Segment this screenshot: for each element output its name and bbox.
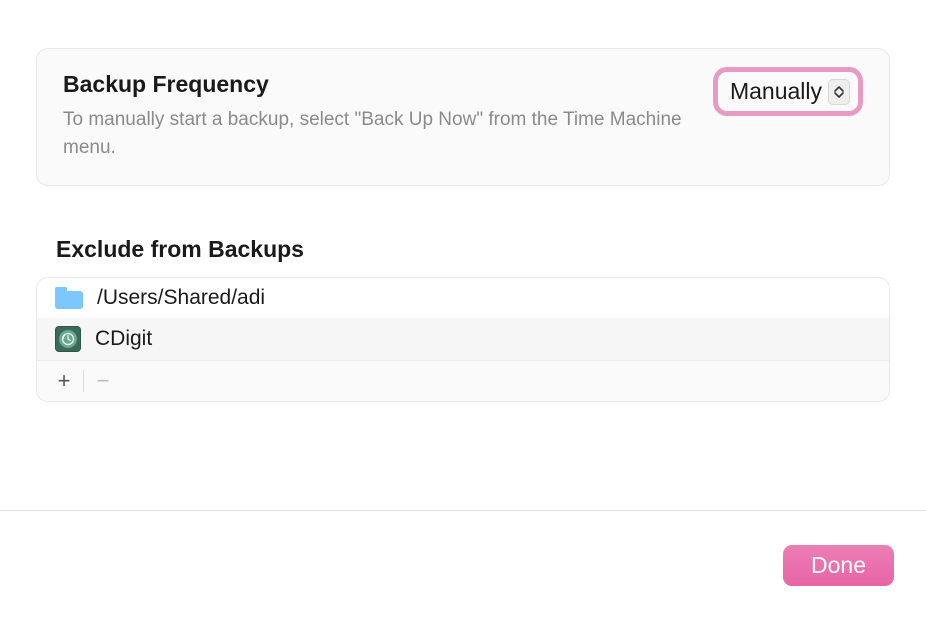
- exclude-item-path: CDigit: [95, 327, 152, 351]
- backup-frequency-dropdown[interactable]: Manually: [724, 76, 852, 107]
- exclude-list: /Users/Shared/adi CDigit: [36, 277, 890, 402]
- toolbar-separator: [83, 370, 84, 392]
- exclude-toolbar: + −: [37, 360, 889, 401]
- exclude-title: Exclude from Backups: [56, 236, 890, 263]
- exclude-section: Exclude from Backups /Users/Shared/adi: [36, 236, 890, 402]
- backup-frequency-highlight: Manually: [713, 67, 863, 116]
- backup-frequency-dropdown-value: Manually: [730, 78, 822, 105]
- remove-button[interactable]: −: [88, 366, 118, 396]
- add-button[interactable]: +: [49, 366, 79, 396]
- done-button-label: Done: [811, 552, 866, 578]
- folder-icon: [55, 287, 83, 309]
- plus-icon: +: [58, 368, 71, 394]
- list-item[interactable]: CDigit: [37, 318, 889, 360]
- backup-frequency-title: Backup Frequency: [63, 71, 693, 98]
- footer-divider: [0, 510, 926, 511]
- backup-frequency-subtitle: To manually start a backup, select "Back…: [63, 106, 693, 161]
- exclude-item-path: /Users/Shared/adi: [97, 286, 265, 310]
- backup-frequency-card: Backup Frequency To manually start a bac…: [36, 48, 890, 186]
- timemachine-icon: [55, 326, 81, 352]
- minus-icon: −: [97, 368, 110, 394]
- chevron-up-down-icon: [828, 79, 850, 105]
- done-button[interactable]: Done: [783, 545, 894, 586]
- list-item[interactable]: /Users/Shared/adi: [37, 278, 889, 318]
- backup-frequency-text: Backup Frequency To manually start a bac…: [63, 71, 713, 161]
